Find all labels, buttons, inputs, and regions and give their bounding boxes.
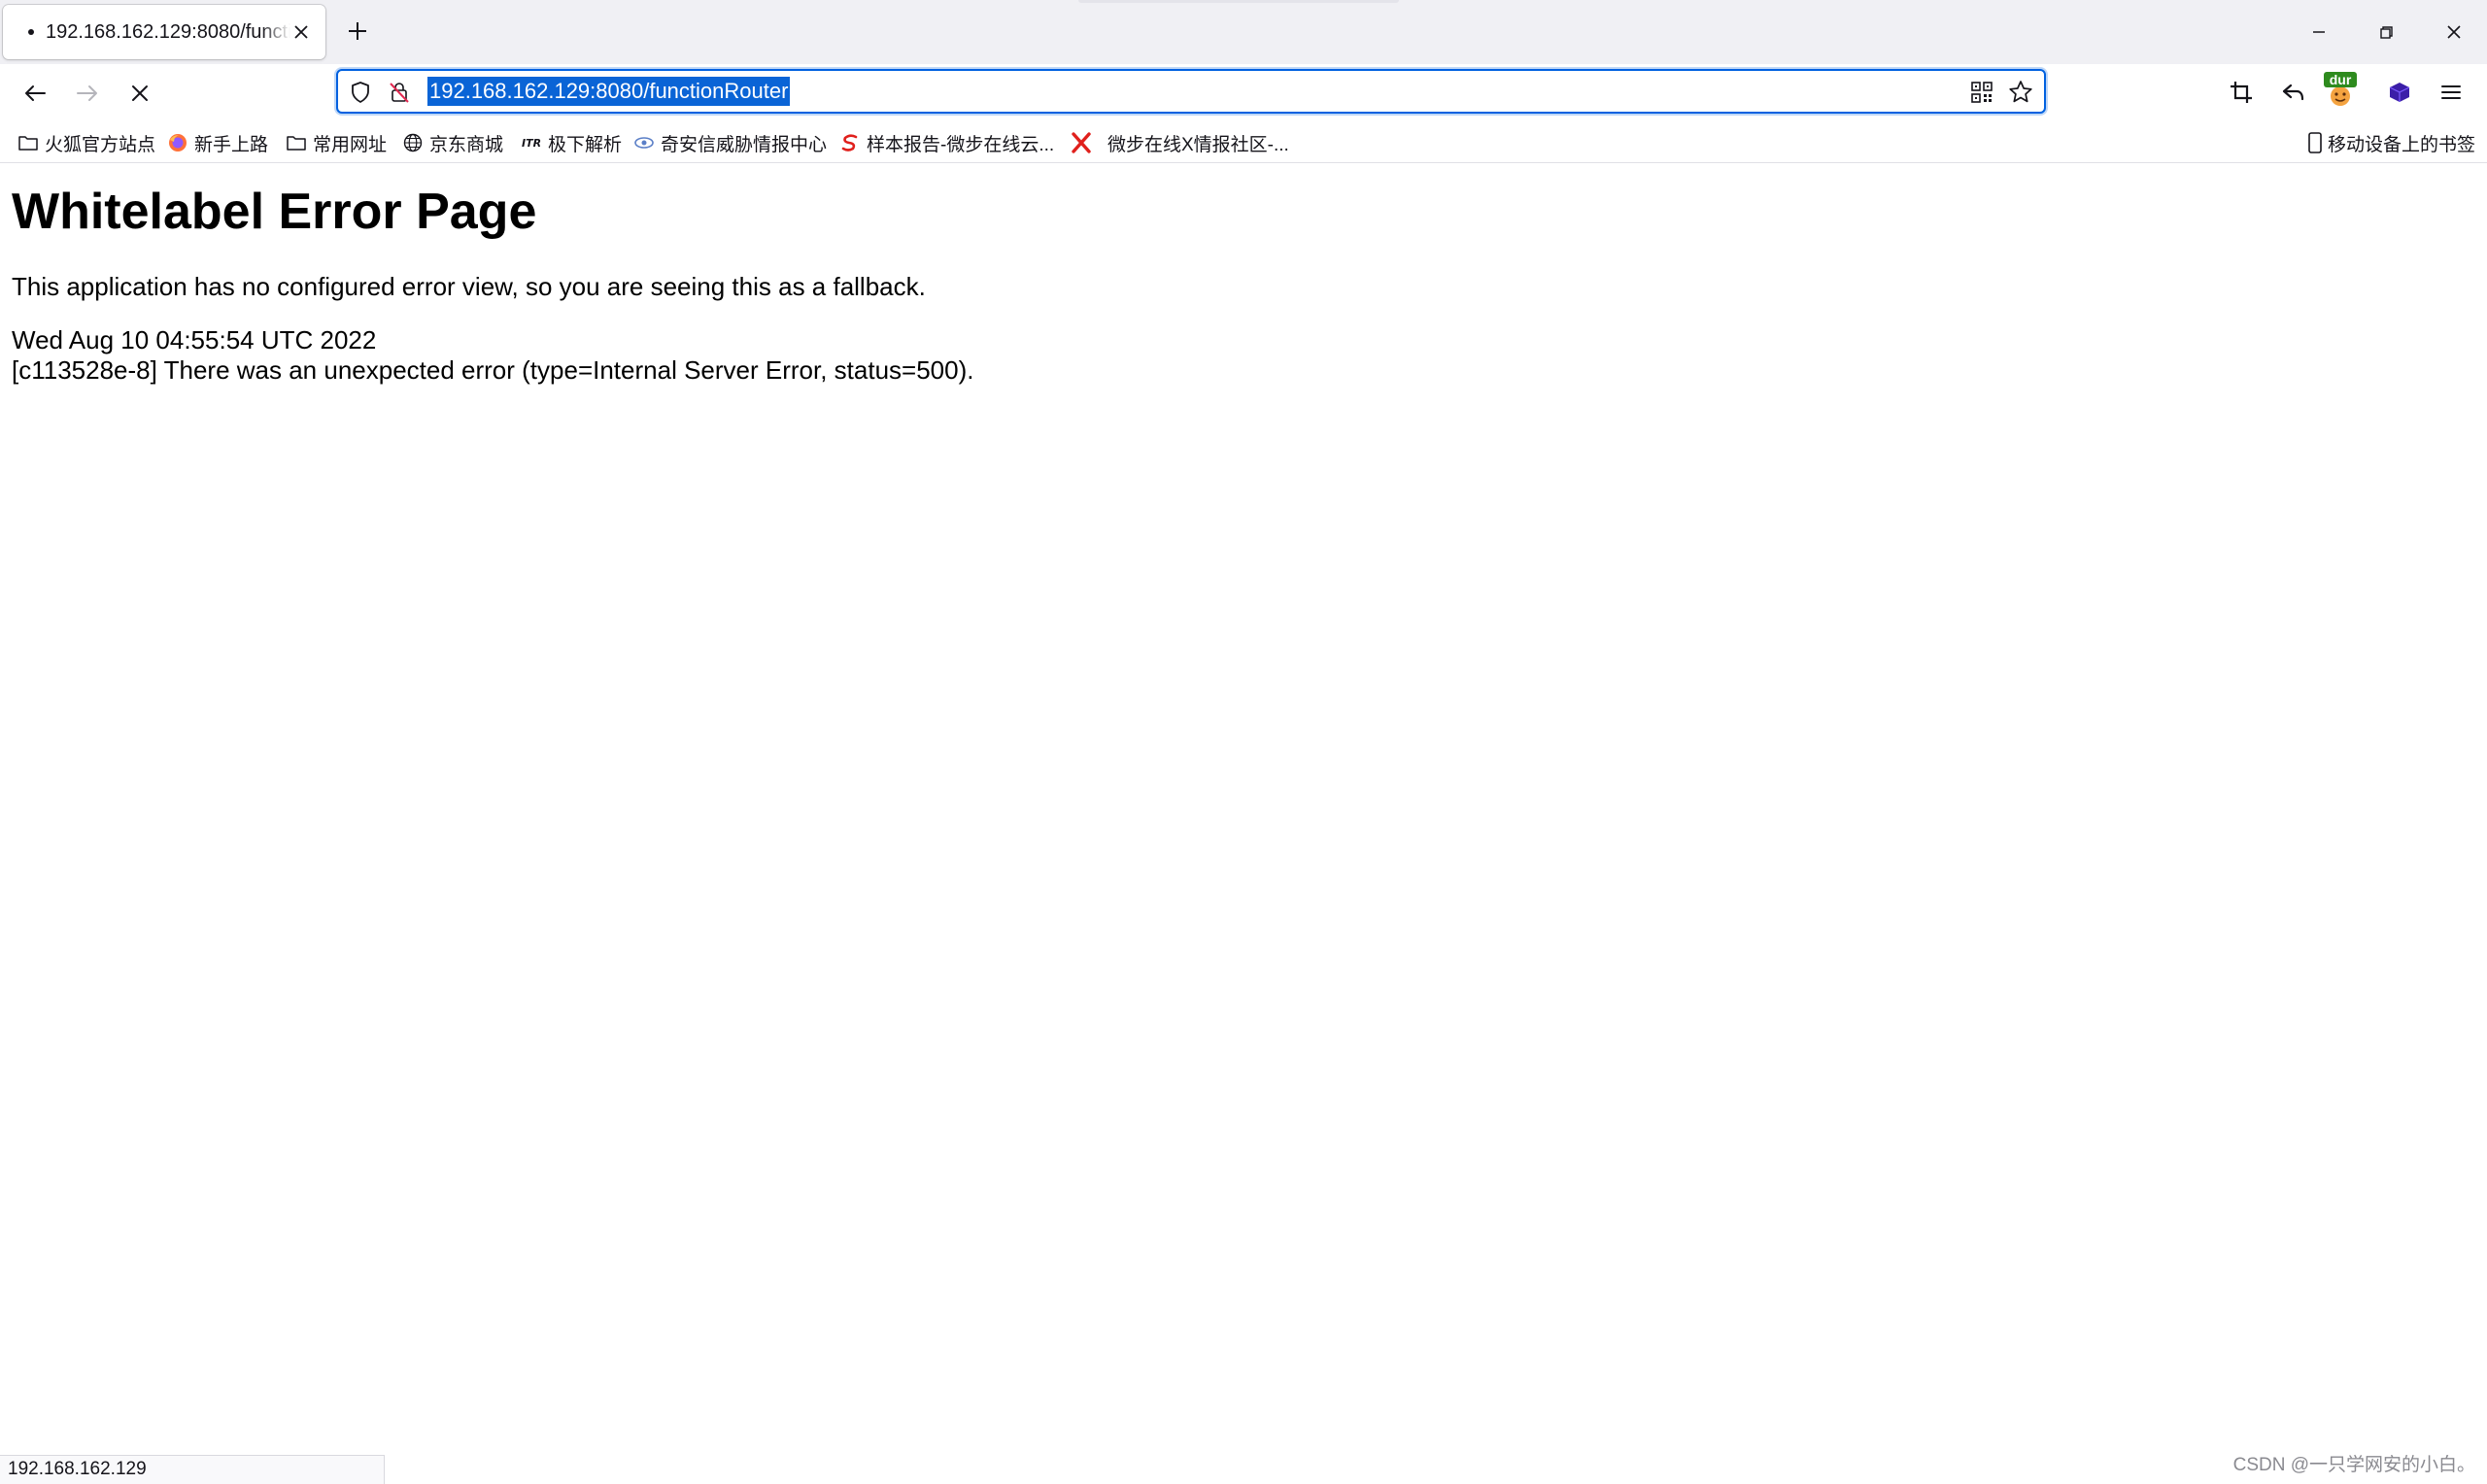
minimize-icon[interactable] xyxy=(2304,17,2334,47)
loading-dot-icon xyxy=(28,29,34,35)
tab-active[interactable]: 192.168.162.129:8080/functionRouter xyxy=(3,5,325,59)
threatbook-x-icon xyxy=(1072,132,1091,153)
tab-strip: 192.168.162.129:8080/functionRouter xyxy=(0,0,2487,64)
folder-icon xyxy=(287,136,306,151)
stop-loading-icon[interactable] xyxy=(124,78,155,109)
bookmark-label: 京东商城 xyxy=(429,134,504,155)
mobile-bookmarks-label: 移动设备上的书签 xyxy=(2327,134,2475,155)
bookmark-item[interactable]: ITR 极下解析 xyxy=(521,128,622,157)
address-bar[interactable]: 192.168.162.129:8080/functionRouter xyxy=(336,69,2046,114)
error-timestamp: Wed Aug 10 04:55:54 UTC 2022 xyxy=(12,325,377,354)
bookmark-item[interactable]: 常用网址 xyxy=(286,128,387,157)
mobile-bookmarks-folder[interactable]: 移动设备上的书签 xyxy=(2306,128,2475,157)
itr-icon: ITR xyxy=(522,137,541,150)
bookmark-label: 新手上路 xyxy=(194,134,269,155)
page-title: Whitelabel Error Page xyxy=(12,184,537,240)
extension-face-icon xyxy=(2331,86,2350,106)
bookmark-label: 样本报告-微步在线云... xyxy=(867,134,1055,155)
bookmark-label: 极下解析 xyxy=(548,134,623,155)
qr-code-icon[interactable] xyxy=(1970,81,1993,104)
page-content: Whitelabel Error Page This application h… xyxy=(12,163,2440,386)
url-input[interactable]: 192.168.162.129:8080/functionRouter xyxy=(427,77,791,106)
bookmark-star-icon[interactable] xyxy=(2007,79,2034,106)
extension-badge: dur xyxy=(2324,72,2357,87)
extension-cube-icon[interactable] xyxy=(2385,78,2414,107)
bookmark-item[interactable]: 京东商城 xyxy=(402,128,503,157)
screenshot-crop-icon[interactable] xyxy=(2227,78,2256,107)
extension-dur-button[interactable]: dur xyxy=(2324,72,2357,107)
forward-arrow-icon[interactable] xyxy=(72,78,103,109)
bookmark-item[interactable]: 微步在线X情报社区-... xyxy=(1071,128,1289,157)
bookmark-item[interactable]: 奇安信威胁情报中心 xyxy=(633,128,827,157)
tab-strip-drag-area[interactable] xyxy=(1078,0,1399,3)
error-details: [c113528e-8] There was an unexpected err… xyxy=(12,355,974,385)
navigation-toolbar: 192.168.162.129:8080/functionRouter dur xyxy=(0,64,2487,122)
error-description: This application has no configured error… xyxy=(12,272,926,301)
bookmark-label: 常用网址 xyxy=(313,134,388,155)
bookmark-item[interactable]: 样本报告-微步在线云... xyxy=(839,128,1054,157)
bookmark-label: 火狐官方站点 xyxy=(45,134,156,155)
threatbook-s-icon xyxy=(841,134,858,152)
bookmark-label: 奇安信威胁情报中心 xyxy=(661,134,828,155)
restore-icon[interactable] xyxy=(2371,17,2401,47)
tab-title: 192.168.162.129:8080/functionRouter xyxy=(46,20,290,43)
bookmark-item[interactable]: 火狐官方站点 xyxy=(17,128,155,157)
bookmark-label: 微步在线X情报社区-... xyxy=(1107,134,1289,155)
close-icon[interactable] xyxy=(290,21,312,43)
watermark: CSDN @一只学网安的小白。 xyxy=(2232,1455,2475,1475)
close-window-icon[interactable] xyxy=(2439,17,2469,47)
folder-icon xyxy=(18,136,38,151)
qianxin-icon xyxy=(634,137,654,149)
mobile-device-icon xyxy=(2308,132,2322,153)
new-tab-icon[interactable] xyxy=(344,17,371,45)
svg-text:ITR: ITR xyxy=(522,137,541,150)
back-arrow-icon[interactable] xyxy=(19,78,51,109)
bookmark-item[interactable]: 新手上路 xyxy=(167,128,268,157)
status-bar: 192.168.162.129 xyxy=(0,1455,385,1484)
undo-arrow-icon[interactable] xyxy=(2279,78,2308,107)
firefox-icon xyxy=(169,134,187,152)
insecure-lock-icon[interactable] xyxy=(387,80,412,105)
bookmarks-toolbar: 火狐官方站点 新手上路 常用网址 京东商城 ITR 极下解析 奇安信威胁情报中心 xyxy=(0,122,2487,163)
globe-icon xyxy=(403,133,423,152)
hamburger-menu-icon[interactable] xyxy=(2436,78,2466,107)
tracking-shield-icon[interactable] xyxy=(348,80,373,105)
